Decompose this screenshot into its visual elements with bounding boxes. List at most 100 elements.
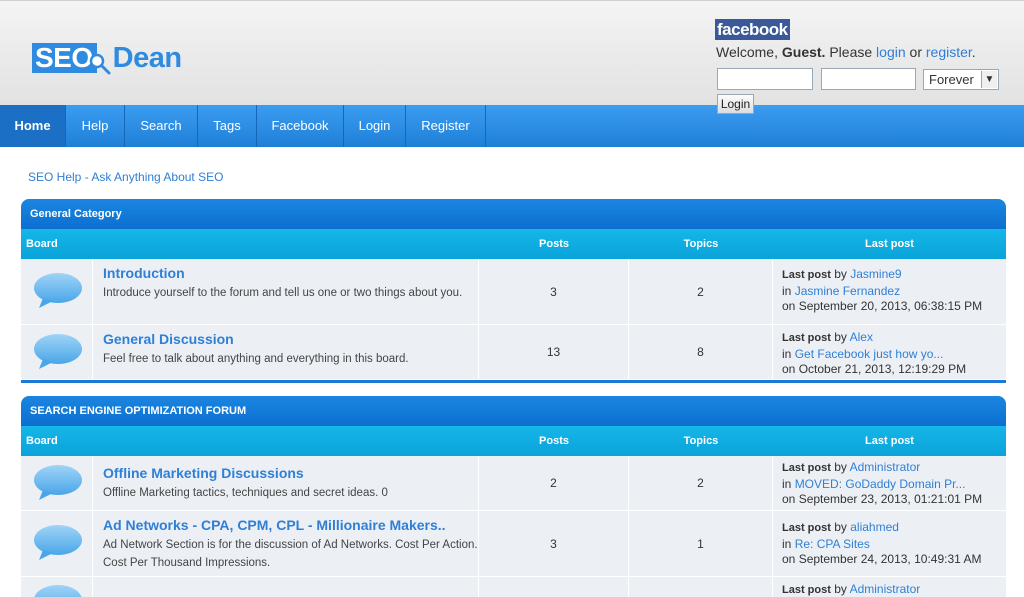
site-header: SEO Dean facebook Welcome, Guest. Please… (0, 0, 1024, 105)
board-info: Introduction Introduce yourself to the f… (93, 259, 479, 324)
col-last-post: Last post (865, 238, 914, 250)
board-icon-cell (21, 511, 93, 576)
welcome-guest: Guest. (781, 44, 826, 60)
board-icon-cell (21, 259, 93, 324)
login-button[interactable]: Login (717, 94, 754, 114)
nav-home[interactable]: Home (0, 105, 66, 147)
last-post-date: September 24, 2013, 10:49:31 AM (798, 552, 982, 566)
category-seo-forum: SEARCH ENGINE OPTIMIZATION FORUM Board P… (21, 396, 1006, 597)
last-post-label: Last post (782, 522, 831, 534)
board-posts-count (479, 577, 629, 597)
board-description: Offline Marketing tactics, techniques an… (103, 487, 388, 499)
board-row: Ad Networks - CPA, CPM, CPL - Millionair… (21, 511, 1006, 577)
welcome-end: . (971, 44, 976, 60)
board-description: Ad Network Section is for the discussion… (103, 539, 478, 569)
board-row: Introduction Introduce yourself to the f… (21, 259, 1006, 325)
col-posts: Posts (539, 435, 569, 447)
last-post-author[interactable]: Alex (850, 330, 873, 344)
last-post-label: Last post (782, 584, 831, 596)
session-duration-value: Forever (929, 72, 974, 87)
last-post-in: in (782, 476, 795, 491)
last-post-author[interactable]: Administrator (850, 582, 921, 596)
site-logo[interactable]: SEO Dean (32, 39, 182, 77)
last-post-author[interactable]: aliahmed (850, 520, 899, 534)
nav-register[interactable]: Register (406, 105, 486, 147)
board-title-ad-networks[interactable]: Ad Networks - CPA, CPM, CPL - Millionair… (103, 517, 478, 533)
nav-facebook[interactable]: Facebook (257, 105, 344, 147)
nav-help[interactable]: Help (66, 105, 125, 147)
last-post-date: September 23, 2013, 01:21:01 PM (798, 492, 983, 506)
board-topics-count: 1 (629, 511, 773, 576)
main-nav: Home Help Search Tags Facebook Login Reg… (0, 105, 1024, 147)
category-general: General Category Board Posts Topics Last… (21, 199, 1006, 383)
category-title[interactable]: General Category (21, 199, 1006, 229)
board-posts-count: 3 (479, 511, 629, 576)
nav-tags[interactable]: Tags (198, 105, 257, 147)
board-last-post: Last post by Administrator (773, 577, 1006, 597)
welcome-message: Welcome, Guest. Please login or register… (716, 44, 976, 60)
board-title-introduction[interactable]: Introduction (103, 265, 478, 281)
board-icon-cell (21, 456, 93, 510)
col-board: Board (26, 435, 58, 447)
last-post-topic[interactable]: Jasmine Fernandez (795, 284, 900, 298)
board-info: Offline Marketing Discussions Offline Ma… (93, 456, 479, 510)
board-info: Ad Networks - CPA, CPM, CPL - Millionair… (93, 511, 479, 576)
nav-login[interactable]: Login (344, 105, 406, 147)
last-post-on: on (782, 362, 799, 376)
last-post-author[interactable]: Jasmine9 (850, 267, 901, 281)
login-link[interactable]: login (876, 44, 906, 60)
last-post-in: in (782, 283, 795, 298)
welcome-or: or (905, 44, 926, 60)
logo-text-seo: SEO (35, 42, 93, 73)
welcome-prefix: Welcome, (716, 44, 782, 60)
board-topics-count: 8 (629, 325, 773, 379)
board-last-post: Last post by Alex in Get Facebook just h… (773, 325, 1006, 379)
last-post-topic[interactable]: Re: CPA Sites (795, 537, 870, 551)
last-post-by: by (830, 460, 850, 474)
speech-bubble-icon (34, 585, 82, 597)
board-last-post: Last post by aliahmed in Re: CPA Sites o… (773, 511, 1006, 576)
last-post-author[interactable]: Administrator (850, 460, 921, 474)
last-post-label: Last post (782, 332, 831, 344)
board-topics-count (629, 577, 773, 597)
category-footer-bar (21, 380, 1006, 383)
nav-search[interactable]: Search (125, 105, 198, 147)
last-post-date: September 20, 2013, 06:38:15 PM (798, 299, 983, 313)
last-post-on: on (782, 299, 799, 313)
last-post-date: October 21, 2013, 12:19:29 PM (798, 362, 967, 376)
board-last-post: Last post by Administrator in MOVED: GoD… (773, 456, 1006, 510)
register-link[interactable]: register (926, 44, 972, 60)
magnifier-icon (89, 53, 111, 75)
last-post-by: by (830, 582, 850, 596)
board-table-header: Board Posts Topics Last post (21, 229, 1006, 259)
col-board: Board (26, 238, 58, 250)
board-posts-count: 2 (479, 456, 629, 510)
facebook-login-badge[interactable]: facebook (715, 19, 790, 40)
last-post-in: in (782, 536, 795, 551)
board-row: General Discussion Feel free to talk abo… (21, 325, 1006, 380)
session-duration-select[interactable]: Forever ▼ (923, 69, 999, 90)
category-title[interactable]: SEARCH ENGINE OPTIMIZATION FORUM (21, 396, 1006, 426)
speech-bubble-icon (34, 334, 82, 369)
last-post-topic[interactable]: MOVED: GoDaddy Domain Pr... (795, 477, 966, 491)
board-title-offline-marketing[interactable]: Offline Marketing Discussions (103, 465, 478, 481)
board-last-post: Last post by Jasmine9 in Jasmine Fernand… (773, 259, 1006, 324)
col-topics: Topics (683, 435, 719, 447)
last-post-on: on (782, 552, 799, 566)
board-description: Feel free to talk about anything and eve… (103, 353, 409, 365)
last-post-in: in (782, 346, 795, 361)
board-row: Offline Marketing Discussions Offline Ma… (21, 456, 1006, 511)
col-topics: Topics (683, 238, 719, 250)
board-row: Last post by Administrator (21, 577, 1006, 597)
board-title-general-discussion[interactable]: General Discussion (103, 331, 478, 347)
welcome-please: Please (825, 44, 877, 60)
board-description: Introduce yourself to the forum and tell… (103, 287, 463, 299)
board-posts-count: 3 (479, 259, 629, 324)
last-post-label: Last post (782, 269, 831, 281)
last-post-topic[interactable]: Get Facebook just how yo... (795, 347, 944, 361)
password-input[interactable] (821, 68, 916, 90)
board-info: General Discussion Feel free to talk abo… (93, 325, 479, 379)
speech-bubble-icon (34, 465, 82, 500)
username-input[interactable] (717, 68, 813, 90)
breadcrumb[interactable]: SEO Help - Ask Anything About SEO (28, 170, 223, 184)
